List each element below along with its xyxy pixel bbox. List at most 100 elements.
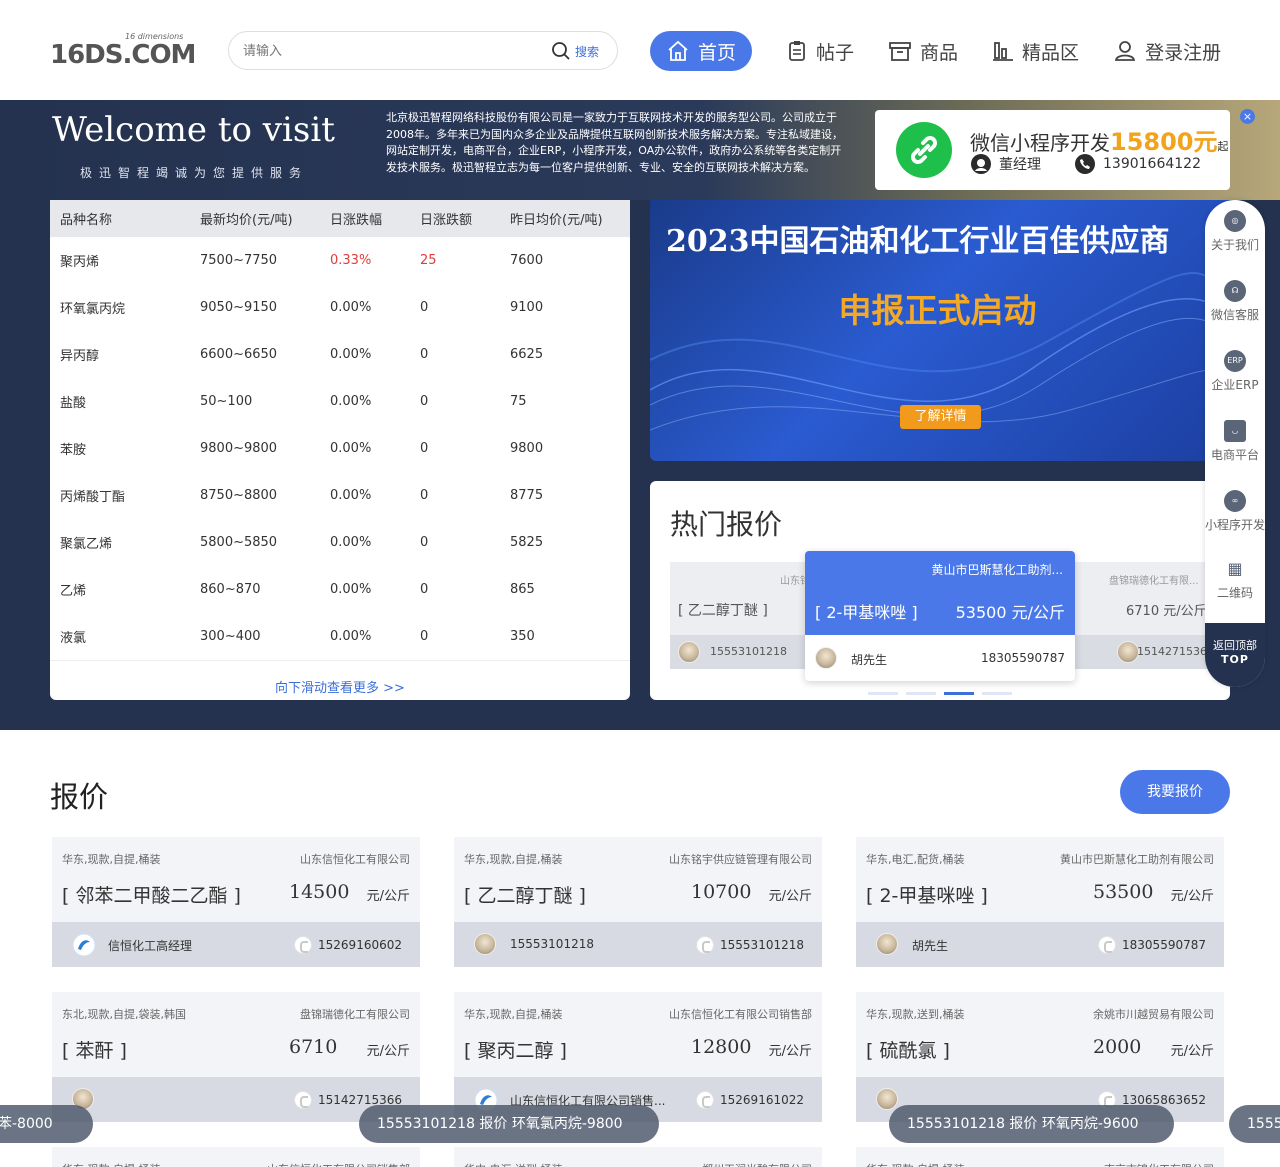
search-button-label: 搜索 bbox=[574, 44, 599, 59]
promo-phone-number: 13901664122 bbox=[1103, 156, 1201, 172]
quote-region: 东北,现款,自提,袋装,韩国 bbox=[62, 1008, 186, 1021]
table-cell: 0.00% bbox=[330, 488, 372, 503]
table-cell: 聚丙烯 bbox=[60, 255, 100, 270]
table-cell: 0.00% bbox=[330, 441, 372, 456]
nav-posts[interactable]: 帖子 bbox=[786, 31, 854, 71]
table-cell: 0 bbox=[420, 582, 429, 597]
quote-card[interactable]: 华中,电汇,送到,桶装 郑州天润光酸有限公司 bbox=[454, 1147, 822, 1167]
sidebar-ecommerce[interactable]: ◡ 电商平台 bbox=[1205, 420, 1265, 463]
quote-region: 华东,电汇,配货,桶装 bbox=[866, 853, 965, 866]
nav-premium[interactable]: 精品区 bbox=[992, 31, 1079, 71]
table-row[interactable]: 异丙醇 6600~6650 0.00% 0 6625 bbox=[50, 331, 630, 378]
quote-card[interactable]: 华东,现款,送到,桶装 余姚市川越贸易有限公司[ 硫酰氯 ] 2000 元/公斤 130… bbox=[856, 992, 1224, 1122]
quote-card[interactable]: 华东,现款,自提,桶装 山东信恒化工有限公司销售部 [ 聚丙二醇 ] 12800 元/公… bbox=[454, 992, 822, 1122]
hot-quote-right[interactable]: 盘锦瑞德化工有限... 6710 元/公斤 15142715366 bbox=[1075, 562, 1214, 669]
carousel-dots bbox=[868, 692, 1012, 695]
sidebar-miniapp[interactable]: ∞ 小程序开发 bbox=[1205, 490, 1265, 533]
quote-card[interactable]: 华东,现款,自提,桶装 山东信恒化工有限公司销售部 bbox=[52, 1147, 420, 1167]
quote-price: 2000 bbox=[1093, 1036, 1142, 1058]
banner-details-button[interactable]: 了解详情 bbox=[900, 405, 981, 429]
banner-title: 2023中国石油和化工行业百佳供应商 bbox=[666, 224, 1170, 259]
nav-goods[interactable]: 商品 bbox=[888, 31, 958, 71]
table-row[interactable]: 丙烯酸丁酯 8750~8800 0.00% 0 8775 bbox=[50, 472, 630, 519]
sidebar-erp[interactable]: ERP 企业ERP bbox=[1205, 350, 1265, 393]
scroll-more-link[interactable]: 向下滑动查看更多 >> bbox=[50, 660, 630, 700]
quote-card[interactable]: 华东,电汇,配货,桶装 黄山市巴斯慧化工助剂有限公司 [ 2-甲基咪唑 ] 53500… bbox=[856, 837, 1224, 967]
promo-phone[interactable]: 13901664122 bbox=[1075, 154, 1201, 174]
nav-home-label: 首页 bbox=[698, 41, 737, 64]
sidebar-wechat-service[interactable]: ☊ 微信客服 bbox=[1205, 280, 1265, 323]
table-cell: 盐酸 bbox=[60, 396, 87, 411]
quote-product: [ 邻苯二甲酸二乙酯 ] bbox=[62, 885, 241, 907]
quote-card[interactable]: 华东,现款,自提,桶装 山东信恒化工有限公司 [ 邻苯二甲酸二乙酯 ] 14500 元/… bbox=[52, 837, 420, 967]
quote-card[interactable]: 华东,现款,自提,桶装 南京市锦化工有限公司 bbox=[856, 1147, 1224, 1167]
hot-quotes-card: 热门报价 山东铭 [ 乙二醇丁醚 ] 15553101218 盘锦瑞德化工有限.… bbox=[650, 481, 1230, 700]
nav-login[interactable]: 登录注册 bbox=[1113, 31, 1221, 71]
carousel-dot-active[interactable] bbox=[944, 692, 974, 695]
table-row[interactable]: 乙烯 860~870 0.00% 0 865 bbox=[50, 566, 630, 613]
table-row[interactable]: 液氯 300~400 0.00% 0 350 bbox=[50, 613, 630, 660]
table-cell: 0.33% bbox=[330, 253, 372, 268]
phone-icon bbox=[294, 936, 313, 954]
sidebar-qrcode-label: 二维码 bbox=[1216, 586, 1253, 600]
sidebar-qrcode[interactable]: ▦ 二维码 bbox=[1205, 558, 1265, 601]
promo-close-button[interactable]: × bbox=[1240, 109, 1255, 124]
table-row[interactable]: 盐酸 50~100 0.00% 0 75 bbox=[50, 378, 630, 425]
nav-home[interactable]: 首页 bbox=[650, 31, 753, 71]
submit-quote-button[interactable]: 我要报价 bbox=[1120, 770, 1230, 814]
promo-title-text: 微信小程序开发 bbox=[970, 131, 1110, 155]
table-header-cell: 日涨跌额 bbox=[420, 200, 510, 237]
quote-price: 53500 bbox=[1093, 881, 1154, 903]
table-cell: 0 bbox=[420, 394, 429, 409]
quote-phone[interactable]: 15269160602 bbox=[294, 936, 402, 954]
quote-phone[interactable]: 15553101218 bbox=[696, 936, 804, 954]
search-button[interactable]: 搜索 bbox=[551, 41, 599, 61]
carousel-dot[interactable] bbox=[868, 692, 898, 695]
sidebar-about[interactable]: ◎ 关于我们 bbox=[1205, 210, 1265, 253]
hot-right-footer: 15142715366 bbox=[1075, 635, 1214, 669]
quote-footer: 信恒化工高经理 15269160602 bbox=[52, 922, 420, 967]
event-banner[interactable]: 2023中国石油和化工行业百佳供应商 申报正式启动 了解详情 bbox=[650, 200, 1230, 461]
miniapp-promo-card[interactable]: 微信小程序开发15800元起 董经理 13901664122 bbox=[875, 110, 1230, 190]
phone-icon bbox=[696, 936, 715, 954]
table-cell: 9050~9150 bbox=[200, 300, 278, 315]
table-cell: 环氧氯丙烷 bbox=[60, 302, 126, 317]
table-cell: 0 bbox=[420, 629, 429, 644]
carousel-dot[interactable] bbox=[906, 692, 936, 695]
quote-unit: 元/公斤 bbox=[366, 889, 410, 904]
table-row[interactable]: 聚氯乙烯 5800~5850 0.00% 0 5825 bbox=[50, 519, 630, 566]
table-cell: 乙烯 bbox=[60, 584, 87, 599]
quote-region: 华东,现款,自提,桶装 bbox=[62, 853, 161, 866]
quote-phone[interactable]: 15269161022 bbox=[696, 1091, 804, 1109]
featured-contact: 胡先生 bbox=[851, 653, 888, 667]
hot-left-product: [ 乙二醇丁醚 ] bbox=[678, 603, 768, 619]
search-input[interactable] bbox=[243, 40, 523, 62]
quote-price: 6710 bbox=[289, 1036, 338, 1058]
table-header-cell: 品种名称 bbox=[50, 200, 200, 237]
table-row[interactable]: 环氧氯丙烷 9050~9150 0.00% 0 9100 bbox=[50, 284, 630, 331]
hot-right-phone: 15142715366 bbox=[1137, 645, 1214, 658]
quote-company: 黄山市巴斯慧化工助剂有限公司 bbox=[1060, 853, 1214, 866]
logo-text: 16DS.COM bbox=[50, 40, 196, 70]
main-nav: 首页 帖子 商品 精品区 登录注册 bbox=[650, 31, 1255, 71]
hot-right-price: 6710 元/公斤 bbox=[1126, 604, 1207, 619]
site-logo[interactable]: 16 dimensions 16DS.COM bbox=[50, 30, 200, 70]
quotes-title: 报价 bbox=[50, 780, 109, 814]
quote-phone[interactable]: 18305590787 bbox=[1098, 936, 1206, 954]
promo-manager: 董经理 bbox=[971, 154, 1041, 174]
hot-quote-featured[interactable]: 黄山市巴斯慧化工助剂... [ 2-甲基咪唑 ] 53500 元/公斤 胡先生 … bbox=[805, 551, 1075, 681]
back-to-top-button[interactable]: 返回顶部 TOP bbox=[1205, 623, 1265, 687]
quote-card[interactable]: 东北,现款,自提,袋装,韩国 盘锦瑞德化工有限公司[ 苯酐 ] 6710 元/公斤 15… bbox=[52, 992, 420, 1122]
quote-phone-number: 15553101218 bbox=[720, 938, 804, 952]
table-row[interactable]: 聚丙烯 7500~7750 0.33% 25 7600 bbox=[50, 237, 630, 284]
quote-price: 10700 bbox=[691, 881, 752, 903]
quote-card[interactable]: 华东,现款,自提,桶装 山东铭宇供应链管理有限公司 [ 乙二醇丁醚 ] 10700 元/… bbox=[454, 837, 822, 967]
ticker-bubble: 苯-8000 bbox=[0, 1105, 93, 1143]
table-cell: 0 bbox=[420, 535, 429, 550]
quote-contact: 信恒化工高经理 bbox=[108, 939, 193, 953]
table-row[interactable]: 苯胺 9800~9800 0.00% 0 9800 bbox=[50, 425, 630, 472]
table-cell: 0.00% bbox=[330, 347, 372, 362]
table-cell: 聚氯乙烯 bbox=[60, 537, 113, 552]
phone-icon bbox=[1075, 154, 1095, 174]
carousel-dot[interactable] bbox=[982, 692, 1012, 695]
